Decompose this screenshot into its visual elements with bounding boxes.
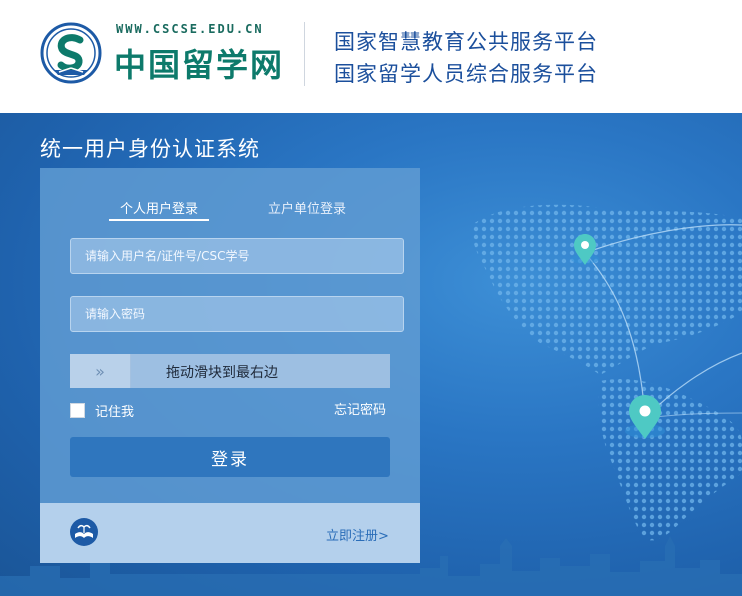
- tab-personal-login[interactable]: 个人用户登录: [109, 198, 209, 221]
- login-page: WWW.CSCSE.EDU.CN 中国留学网 国家智慧教育公共服务平台 国家留学…: [0, 0, 742, 596]
- register-link[interactable]: 立即注册>: [326, 525, 389, 544]
- remember-me-checkbox[interactable]: [70, 403, 85, 418]
- login-button[interactable]: 登录: [70, 437, 390, 477]
- system-title: 统一用户身份认证系统: [40, 137, 260, 161]
- remember-me-row: 记住我: [70, 401, 134, 420]
- book-emblem-icon: [70, 518, 98, 546]
- login-card-footer: 立即注册>: [40, 503, 420, 563]
- hero-banner: 统一用户身份认证系统 个人用户登录 立户单位登录 » 拖动滑块到最右边 记住我 …: [0, 113, 742, 596]
- password-input[interactable]: [70, 296, 404, 332]
- tab-organization-login[interactable]: 立户单位登录: [268, 198, 346, 217]
- login-card: 个人用户登录 立户单位登录 » 拖动滑块到最右边 记住我 忘记密码 登录: [40, 168, 420, 563]
- header-divider: [304, 22, 305, 86]
- slogan-line-1: 国家智慧教育公共服务平台: [334, 30, 598, 54]
- slider-hint-text: 拖动滑块到最右边: [166, 365, 278, 381]
- slider-handle[interactable]: »: [70, 354, 131, 388]
- site-header: WWW.CSCSE.EDU.CN 中国留学网 国家智慧教育公共服务平台 国家留学…: [0, 0, 742, 113]
- captcha-slider: » 拖动滑块到最右边: [70, 354, 390, 388]
- remember-me-label[interactable]: 记住我: [95, 401, 134, 420]
- slogan-line-2: 国家留学人员综合服务平台: [334, 62, 598, 86]
- logo-url-text: WWW.CSCSE.EDU.CN: [116, 22, 264, 36]
- username-input[interactable]: [70, 238, 404, 274]
- cscse-emblem-icon: [40, 22, 102, 84]
- logo-name-text: 中国留学网: [114, 46, 285, 84]
- forgot-password-link[interactable]: 忘记密码: [334, 399, 386, 418]
